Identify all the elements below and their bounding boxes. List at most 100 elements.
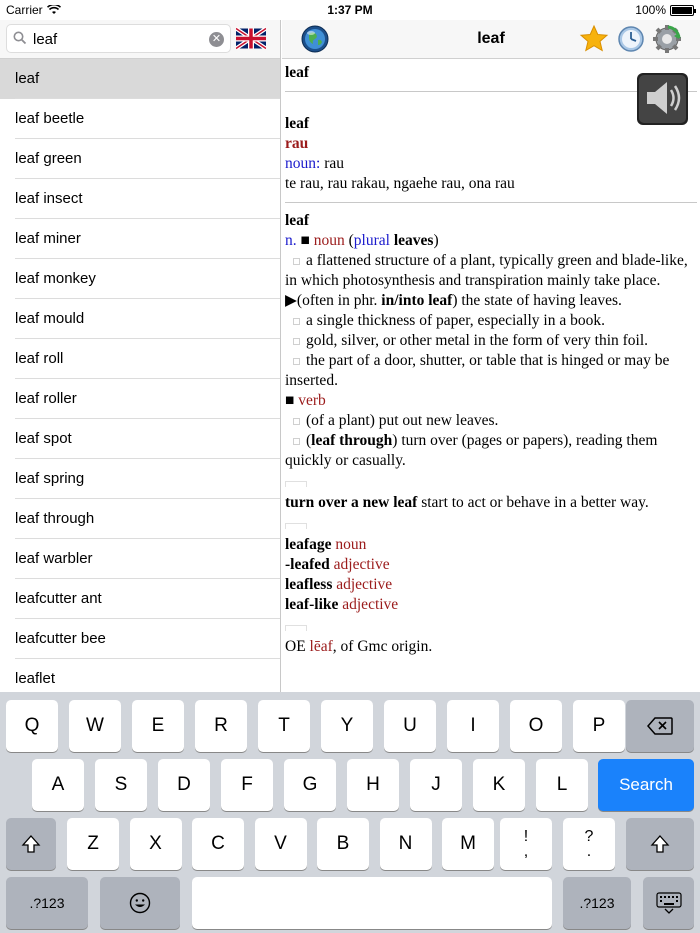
sense-2: a single thickness of paper, especially … [306,312,605,329]
word-list-item[interactable]: leaf roll [0,339,280,379]
plural-label[interactable]: plural [354,232,390,249]
key-m[interactable]: M [442,818,494,870]
divider [285,202,697,203]
favorite-star-icon[interactable] [579,24,609,54]
pos-value: rau [324,155,344,172]
question-key[interactable]: ?. [563,818,615,870]
word-list-item[interactable]: leaf miner [0,219,280,259]
derived-words: leafage noun -leafed adjective leafless ad… [285,535,697,615]
hide-keyboard-key[interactable] [643,877,694,929]
word-list-item[interactable]: leaf warbler [0,539,280,579]
word-list-item[interactable]: leaf green [0,139,280,179]
sense-marker [293,257,300,265]
pos-noun: noun [313,232,345,249]
key-t[interactable]: T [258,700,310,752]
phrases: te rau, rau rakau, ngaehe rau, ona rau [285,175,515,192]
uk-flag-icon[interactable] [236,27,266,50]
plural-word: leaves [393,232,434,249]
status-bar: Carrier 1:37 PM 100% [0,0,700,20]
key-r[interactable]: R [195,700,247,752]
key-a[interactable]: A [32,759,84,811]
word-list-item[interactable]: leaf through [0,499,280,539]
idiom-phrase: turn over a new leaf [285,494,418,511]
word-list-pane: ✕ leafleaf beetleleaf greenleaf insectle… [0,20,281,692]
sense-3: gold, silver, or other metal in the form… [306,332,649,349]
space-key[interactable] [192,877,552,929]
shift-key-right[interactable] [626,818,694,870]
search-bar: ✕ [0,20,280,59]
key-l[interactable]: L [536,759,588,811]
shift-icon [21,835,41,853]
word-list-item[interactable]: leafcutter ant [0,579,280,619]
status-time: 1:37 PM [327,3,373,17]
entry-word-2: leaf [285,212,310,229]
word-list-item[interactable]: leaf roller [0,379,280,419]
sense-4: the part of a door, shutter, or table th… [285,352,670,389]
shift-icon [650,835,670,853]
backspace-key[interactable] [626,700,694,752]
key-h[interactable]: H [347,759,399,811]
key-j[interactable]: J [410,759,462,811]
backspace-icon [647,717,673,735]
key-p[interactable]: P [573,700,625,752]
word-list-item[interactable]: leaf spring [0,459,280,499]
history-clock-icon[interactable] [616,24,646,54]
word-list-item[interactable]: leaf [0,59,280,99]
clear-search-icon[interactable]: ✕ [209,32,224,47]
pos-label[interactable]: noun: [285,155,320,172]
key-d[interactable]: D [158,759,210,811]
pos-verb: verb [298,392,326,409]
key-w[interactable]: W [69,700,121,752]
derived-word: leafless adjective [285,576,393,593]
key-c[interactable]: C [192,818,244,870]
key-u[interactable]: U [384,700,436,752]
key-b[interactable]: B [317,818,369,870]
on-screen-keyboard: Search !, ?. .?123 .?123 QWERTYUIOP ASDFG… [0,692,700,933]
key-f[interactable]: F [221,759,273,811]
numbers-key-right[interactable]: .?123 [563,877,631,929]
battery-icon [670,4,696,16]
derived-word: leaf-like adjective [285,596,399,613]
speaker-icon[interactable] [635,68,690,128]
entry-toolbar: leaf [282,20,700,59]
key-v[interactable]: V [254,818,307,870]
key-e[interactable]: E [132,700,184,752]
section-separator [285,625,307,631]
settings-gear-icon[interactable] [652,24,682,54]
numbers-key-left[interactable]: .?123 [6,877,88,929]
section-separator [285,481,307,487]
word-list-item[interactable]: leaf beetle [0,99,280,139]
word-list-item[interactable]: leafcutter bee [0,619,280,659]
bullet-square: ■ [285,392,295,409]
key-n[interactable]: N [379,818,432,870]
key-k[interactable]: K [473,759,525,811]
word-list-item[interactable]: leaf mould [0,299,280,339]
key-y[interactable]: Y [321,700,373,752]
key-x[interactable]: X [129,818,182,870]
sense-marker [293,317,300,325]
battery-fill [672,6,692,14]
key-s[interactable]: S [95,759,147,811]
word-list-item[interactable]: leaf monkey [0,259,280,299]
translation: rau [285,135,309,152]
sense-1a: a flattened structure of a plant, typica… [285,252,688,289]
abbr-n[interactable]: n. [285,232,297,249]
key-g[interactable]: G [284,759,336,811]
word-list-item[interactable]: leaflet [0,659,280,692]
search-input[interactable] [33,29,203,49]
word-list-item[interactable]: leaf spot [0,419,280,459]
bullet-square: ■ [300,232,310,249]
key-z[interactable]: Z [67,818,119,870]
shift-key-left[interactable] [6,818,56,870]
key-q[interactable]: Q [6,700,58,752]
key-i[interactable]: I [447,700,499,752]
key-o[interactable]: O [510,700,562,752]
search-key[interactable]: Search [598,759,694,811]
word-list-item[interactable]: leaf insect [0,179,280,219]
battery-percent: 100% [635,3,666,17]
exclaim-key[interactable]: !, [500,818,552,870]
emoji-icon [129,892,151,914]
search-box[interactable]: ✕ [6,24,231,53]
verb-sense-1: (of a plant) put out new leaves. [306,412,499,429]
emoji-key[interactable] [100,877,180,929]
